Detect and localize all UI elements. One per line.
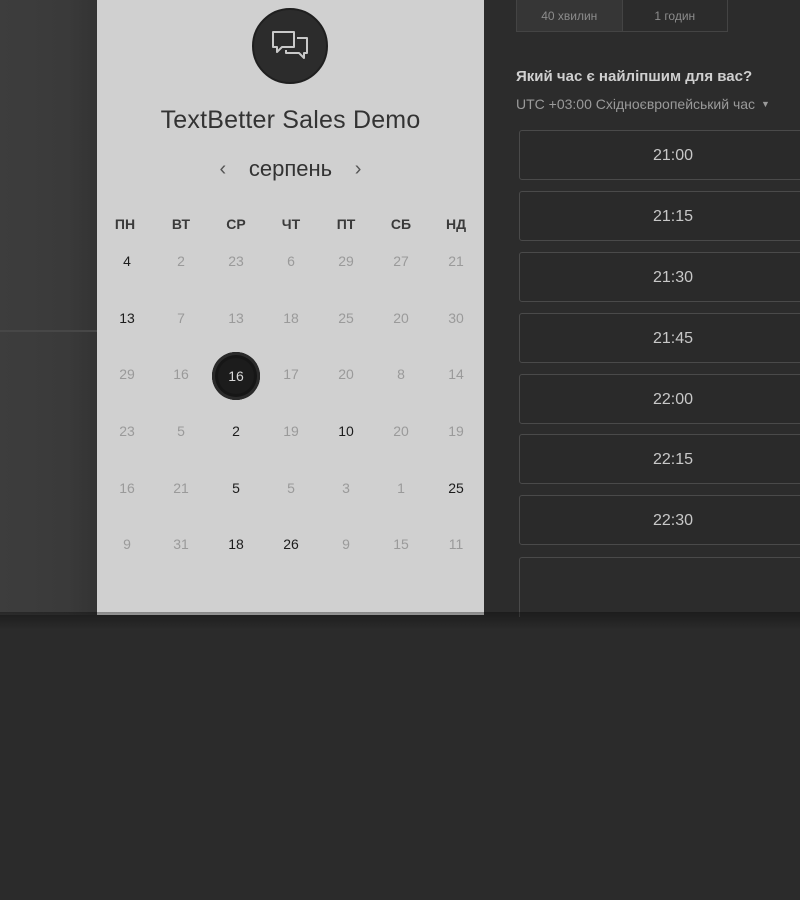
calendar-day-available[interactable]: 4 (107, 253, 147, 269)
calendar-day: 8 (397, 366, 405, 382)
calendar-day: 21 (448, 253, 464, 269)
calendar-day: 7 (177, 310, 185, 326)
caret-down-icon: ▼ (761, 99, 770, 109)
timezone-label: UTC +03:00 Східноєвропейський час (516, 96, 756, 112)
time-slot-button[interactable]: 21:00 (519, 130, 800, 180)
calendar-day: 18 (283, 310, 299, 326)
calendar-day: 20 (393, 423, 409, 439)
time-slot-button[interactable]: 22:30 (519, 495, 800, 545)
chevron-left-icon[interactable]: ‹ (213, 158, 233, 181)
calendar-day: 1 (397, 480, 405, 496)
calendar-day: 11 (448, 536, 464, 552)
time-slot-button[interactable]: 22:15 (519, 434, 800, 484)
calendar-day-available[interactable]: 13 (107, 310, 147, 326)
weekday-label: ЧТ (281, 216, 301, 232)
weekday-label: СР (226, 216, 246, 232)
calendar-day-available[interactable]: 5 (216, 480, 256, 496)
weekday-label: ВТ (171, 216, 191, 232)
time-slot-label: 21:00 (652, 147, 694, 164)
time-slot-label: 21:45 (652, 330, 694, 347)
time-slot-label: 22:30 (652, 512, 694, 529)
calendar-day: 31 (173, 536, 189, 552)
weekday-label: НД (445, 216, 467, 232)
calendar-day: 3 (342, 480, 350, 496)
calendar-day: 9 (342, 536, 350, 552)
calendar-day: 27 (393, 253, 409, 269)
calendar-day: 17 (283, 366, 299, 382)
calendar-day: 5 (287, 480, 295, 496)
calendar-day: 29 (119, 366, 135, 382)
calendar-day: 19 (283, 423, 299, 439)
calendar-day-selected[interactable]: 16 (212, 352, 260, 400)
calendar-day: 13 (228, 310, 244, 326)
calendar-day-available[interactable]: 18 (216, 536, 256, 552)
time-slot-label: 21:15 (652, 208, 694, 225)
chevron-right-icon[interactable]: › (348, 158, 368, 181)
calendar-day: 2 (177, 253, 185, 269)
chat-bubbles-icon (252, 8, 328, 84)
weekday-label: ПН (114, 216, 136, 232)
duration-option[interactable]: 40 хвилин (517, 0, 622, 31)
calendar-day: 20 (393, 310, 409, 326)
time-slot-label: 21:30 (652, 269, 694, 286)
calendar-day: 29 (338, 253, 354, 269)
duration-toggle: 40 хвилин 1 годин (516, 0, 728, 32)
calendar-day: 9 (123, 536, 131, 552)
background-left (0, 0, 97, 615)
time-slot-button[interactable]: 21:15 (519, 191, 800, 241)
event-title: TextBetter Sales Demo (160, 106, 421, 134)
weekday-label: ПТ (336, 216, 356, 232)
calendar-day: 5 (177, 423, 185, 439)
calendar-card: TextBetter Sales Demo ‹ серпень › ПН ВТ … (97, 0, 484, 615)
time-slot-button[interactable] (519, 557, 800, 617)
calendar-day: 16 (119, 480, 135, 496)
calendar-day-available[interactable]: 25 (436, 480, 476, 496)
time-slot-button[interactable]: 22:00 (519, 374, 800, 424)
calendar-day: 14 (448, 366, 464, 382)
calendar-day: 21 (173, 480, 189, 496)
card-shadow (0, 612, 800, 630)
calendar-day: 6 (287, 253, 295, 269)
duration-option[interactable]: 1 годин (623, 0, 728, 31)
weekday-label: СБ (390, 216, 412, 232)
calendar-day: 30 (448, 310, 464, 326)
calendar-day: 19 (448, 423, 464, 439)
divider (0, 330, 97, 332)
time-slot-label: 22:00 (652, 391, 694, 408)
timezone-selector[interactable]: UTC +03:00 Східноєвропейський час ▼ (516, 96, 770, 112)
month-navigation: ‹ серпень › (97, 154, 484, 184)
time-slot-button[interactable]: 21:45 (519, 313, 800, 363)
calendar-day: 15 (393, 536, 409, 552)
calendar-day-available[interactable]: 2 (216, 423, 256, 439)
calendar-day: 25 (338, 310, 354, 326)
time-slot-button[interactable]: 21:30 (519, 252, 800, 302)
time-slot-label: 22:15 (652, 451, 694, 468)
calendar-day-available[interactable]: 10 (326, 423, 366, 439)
calendar-day: 23 (228, 253, 244, 269)
time-question: Який час є найліпшим для вас? (516, 68, 753, 85)
calendar-day: 23 (119, 423, 135, 439)
month-label: серпень (248, 156, 333, 181)
calendar-day: 16 (173, 366, 189, 382)
calendar-day-available[interactable]: 26 (271, 536, 311, 552)
calendar-day: 20 (338, 366, 354, 382)
